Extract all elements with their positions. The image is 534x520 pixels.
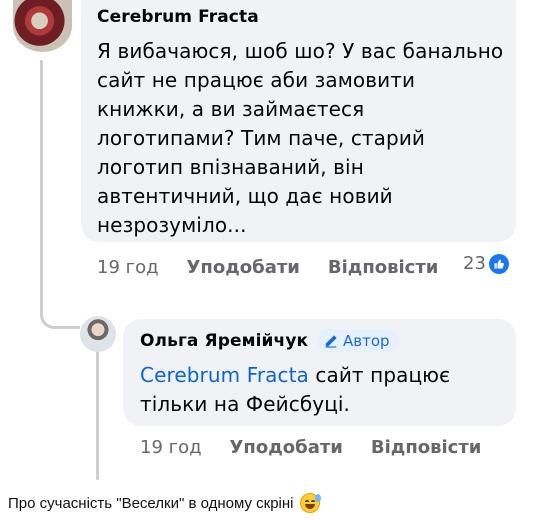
pencil-icon xyxy=(325,334,337,348)
reply-actions: 19 год Уподобати Відповісти xyxy=(140,437,509,458)
reply-reply-button[interactable]: Відповісти xyxy=(371,437,482,458)
caption-text: Про сучасність "Веселки" в одному скріні xyxy=(8,494,294,512)
caption: Про сучасність "Веселки" в одному скріні xyxy=(8,493,321,513)
comment-author[interactable]: Cerebrum Fracta xyxy=(97,7,259,27)
avatar[interactable] xyxy=(13,0,72,52)
like-icon xyxy=(488,253,509,274)
reply-like-button[interactable]: Уподобати xyxy=(230,437,343,458)
grinning-sweat-emoji xyxy=(299,493,321,513)
reply-timestamp[interactable]: 19 год xyxy=(140,437,202,458)
like-button[interactable]: Уподобати xyxy=(187,257,300,278)
thread-line-reply xyxy=(96,350,99,480)
comment-timestamp[interactable]: 19 год xyxy=(97,257,159,278)
comment-actions: 19 год Уподобати Відповісти xyxy=(97,257,466,278)
reply-author[interactable]: Ольга Яремійчук xyxy=(140,331,308,351)
reply-button[interactable]: Відповісти xyxy=(328,257,439,278)
thread-connector xyxy=(40,292,80,329)
thread-line xyxy=(40,60,43,316)
mention-link[interactable]: Cerebrum Fracta xyxy=(140,363,309,387)
reaction-count: 23 xyxy=(463,253,486,274)
comment-text: Я вибачаюся, шоб шо? У вас банально сайт… xyxy=(97,39,504,237)
reaction-summary[interactable]: 23 xyxy=(463,253,509,274)
author-badge-label: Автор xyxy=(343,331,390,350)
author-badge: Автор xyxy=(317,329,399,352)
avatar-reply[interactable] xyxy=(80,316,116,352)
reply-text: Cerebrum Fracta сайт працює тільки на Фе… xyxy=(140,361,500,419)
